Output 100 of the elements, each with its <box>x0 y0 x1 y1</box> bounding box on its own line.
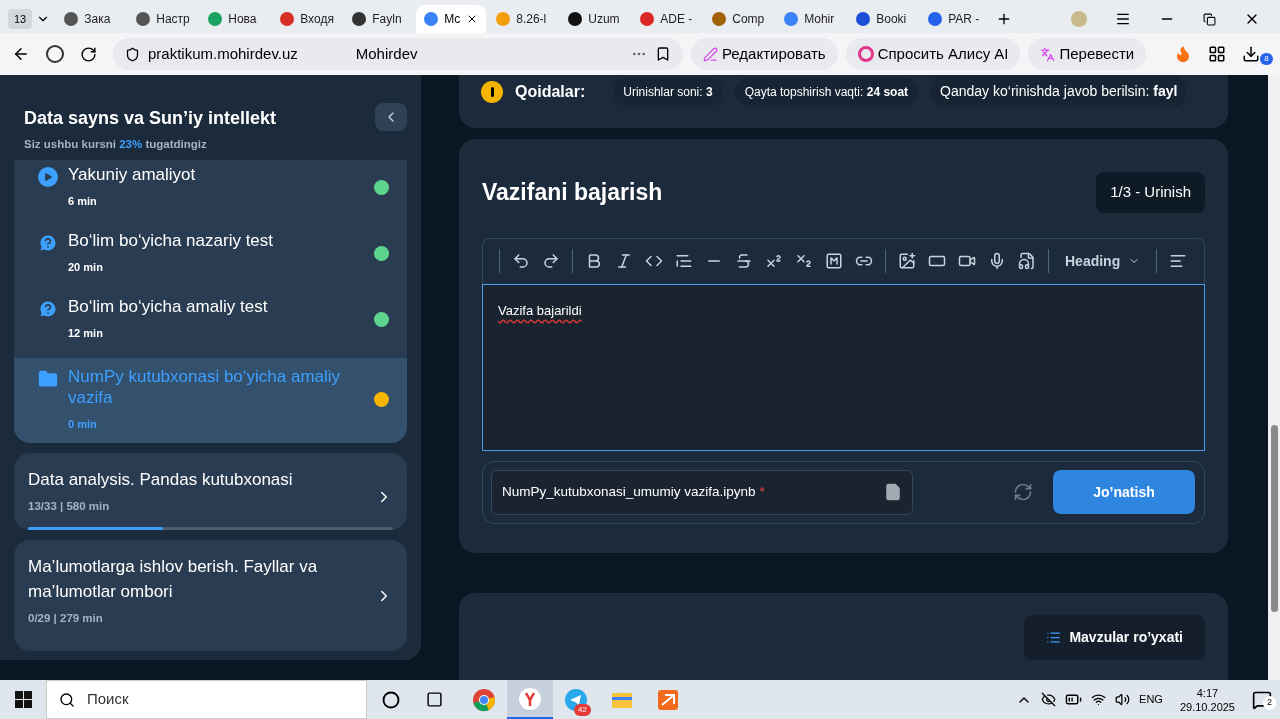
site-icon <box>280 12 295 26</box>
ask-alice-button[interactable]: Спросить Алису AI <box>845 38 1021 70</box>
translate-button[interactable]: Перевести <box>1028 38 1147 70</box>
heading-select[interactable]: Heading <box>1061 250 1145 272</box>
translate-icon <box>1040 46 1056 62</box>
url-text: praktikum.mohirdev.uz <box>148 43 298 64</box>
menu-icon[interactable] <box>1115 11 1131 27</box>
file-name: NumPy_kutubxonasi_umumiy vazifa.ipynb * <box>502 482 765 501</box>
browser-tab[interactable]: Mc <box>416 5 487 33</box>
shield-icon <box>125 46 140 62</box>
back-icon[interactable] <box>12 45 30 63</box>
superscript-icon[interactable] <box>765 252 783 270</box>
browser-tab[interactable]: Настр <box>128 5 199 33</box>
yandex-browser-icon[interactable] <box>518 686 542 711</box>
submit-button[interactable]: Jo’natish <box>1053 470 1195 514</box>
tab-title: Настр <box>156 11 190 28</box>
site-icon <box>136 12 151 26</box>
chrome-icon[interactable] <box>472 687 496 712</box>
file-icon[interactable] <box>884 483 902 501</box>
address-field[interactable]: praktikum.mohirdev.uz Mohirdev <box>113 38 683 70</box>
markdown-icon[interactable] <box>825 252 843 270</box>
tab-counter[interactable]: 13 <box>8 8 33 30</box>
redo-icon[interactable] <box>542 252 560 270</box>
windows-icon[interactable] <box>14 691 32 708</box>
module-card[interactable]: Ma’lumotlarga ishlov berish. Fayllar va ma’lumotlar ombori 0/29 | 279 min <box>14 539 407 651</box>
scrollbar[interactable] <box>1268 75 1280 680</box>
browser-tab[interactable]: PAR - <box>920 5 991 33</box>
collapse-button[interactable] <box>375 103 407 131</box>
audio-file-icon[interactable] <box>1018 252 1036 270</box>
lesson-item[interactable]: Bo‘lim bo‘yicha nazariy test 20 min <box>14 226 407 292</box>
image-icon[interactable] <box>898 252 916 270</box>
lesson-duration: 6 min <box>68 194 98 210</box>
download-icon[interactable] <box>1242 45 1261 63</box>
site-icon <box>568 12 583 26</box>
site-icon <box>208 12 223 26</box>
italic-icon[interactable] <box>615 252 633 270</box>
lesson-item[interactable]: Bo‘lim bo‘yicha amaliy test 12 min <box>14 292 407 358</box>
download-badge: 8 <box>1260 53 1273 65</box>
module-meta: 13/33 | 580 min <box>28 498 111 514</box>
browser-tab[interactable]: Uzum <box>560 5 631 33</box>
restore-icon[interactable] <box>1203 12 1216 26</box>
browser-tab[interactable]: ADE - <box>632 5 703 33</box>
align-icon[interactable] <box>1169 252 1188 270</box>
file-field[interactable]: NumPy_kutubxonasi_umumiy vazifa.ipynb * <box>491 469 913 515</box>
lesson-duration: 12 min <box>68 326 104 342</box>
task-view-icon[interactable] <box>426 691 443 708</box>
browser-tab[interactable]: 8.26-l <box>488 5 559 33</box>
site-icon <box>424 12 439 26</box>
tab-title: 8.26-l <box>516 11 547 28</box>
lesson-title: NumPy kutubxonasi bo‘yicha amaliy vazifa <box>68 366 342 408</box>
undo-icon[interactable] <box>512 252 530 270</box>
browser-tab[interactable]: Нова <box>200 5 271 33</box>
wifi-icon[interactable] <box>1091 692 1107 707</box>
play-icon <box>38 167 58 188</box>
collections-icon[interactable] <box>1208 45 1227 63</box>
tab-title: Fayln <box>372 11 402 28</box>
site-icon <box>928 12 943 26</box>
browser-tab[interactable]: Booki <box>848 5 919 33</box>
language-indicator[interactable]: ENG <box>1139 691 1163 708</box>
browser-tab[interactable]: Зака <box>56 5 127 33</box>
list-icon <box>1046 630 1062 645</box>
subscript-icon[interactable] <box>795 252 813 270</box>
edit-button[interactable]: Редактировать <box>691 38 838 70</box>
tab-title: Нова <box>228 11 257 28</box>
site-icon <box>640 12 655 26</box>
rule-chip: Qanday ko‘rinishda javob berilsin: fayl <box>930 75 1188 108</box>
unread-badge: 42 <box>574 704 591 716</box>
volume-icon[interactable] <box>1115 692 1131 707</box>
topics-button[interactable]: Mavzular ro’yxati <box>1024 615 1205 660</box>
cortana-icon[interactable] <box>382 690 400 709</box>
answer-field[interactable]: Vazifa bajarildi <box>482 283 1205 451</box>
quote-icon[interactable] <box>675 252 693 270</box>
browser-tab[interactable]: Comp <box>704 5 775 33</box>
reload-icon[interactable] <box>80 45 97 63</box>
browser-tab[interactable]: Входя <box>272 5 343 33</box>
hidden-icon[interactable] <box>1041 692 1057 707</box>
lesson-item[interactable]: Yakuniy amaliyot 6 min <box>14 160 407 226</box>
module-title: Data analysis. Pandas kutubxonasi <box>28 468 294 491</box>
rule-chip: Urinishlar soni: 3 <box>613 76 723 107</box>
clock[interactable]: 4:17 29.10.2025 <box>1171 685 1243 714</box>
bookmark-icon[interactable] <box>655 46 671 62</box>
tab-title: Зака <box>84 11 111 28</box>
notifications-icon[interactable] <box>1252 689 1272 710</box>
pen-icon <box>703 46 718 62</box>
lesson-title: Bo‘lim bo‘yicha nazariy test <box>68 230 274 252</box>
taskbar-search-field[interactable]: Поиск <box>46 680 367 719</box>
course-progress-text: Siz ushbu kursni 23% tugatdingiz <box>24 137 208 152</box>
lesson-title: Yakuniy amaliyot <box>68 164 196 186</box>
app-icon[interactable] <box>656 687 680 712</box>
browser-tab[interactable]: Fayln <box>344 5 415 33</box>
taskbar-app[interactable] <box>507 680 553 719</box>
search-icon <box>59 691 75 708</box>
module-card[interactable]: Data analysis. Pandas kutubxonasi 13/33 | 580 min <box>14 452 407 530</box>
taskbar-app[interactable]: 42 <box>553 680 599 719</box>
folder-icon <box>38 369 58 389</box>
lesson-duration: 0 min <box>68 417 98 432</box>
strikethrough-icon[interactable] <box>735 252 753 270</box>
module-title: Ma’lumotlarga ishlov berish. Fayllar va ma’lumotlar ombori <box>28 555 319 603</box>
browser-tab[interactable]: Mohir <box>776 5 847 33</box>
microphone-icon[interactable] <box>988 252 1006 270</box>
